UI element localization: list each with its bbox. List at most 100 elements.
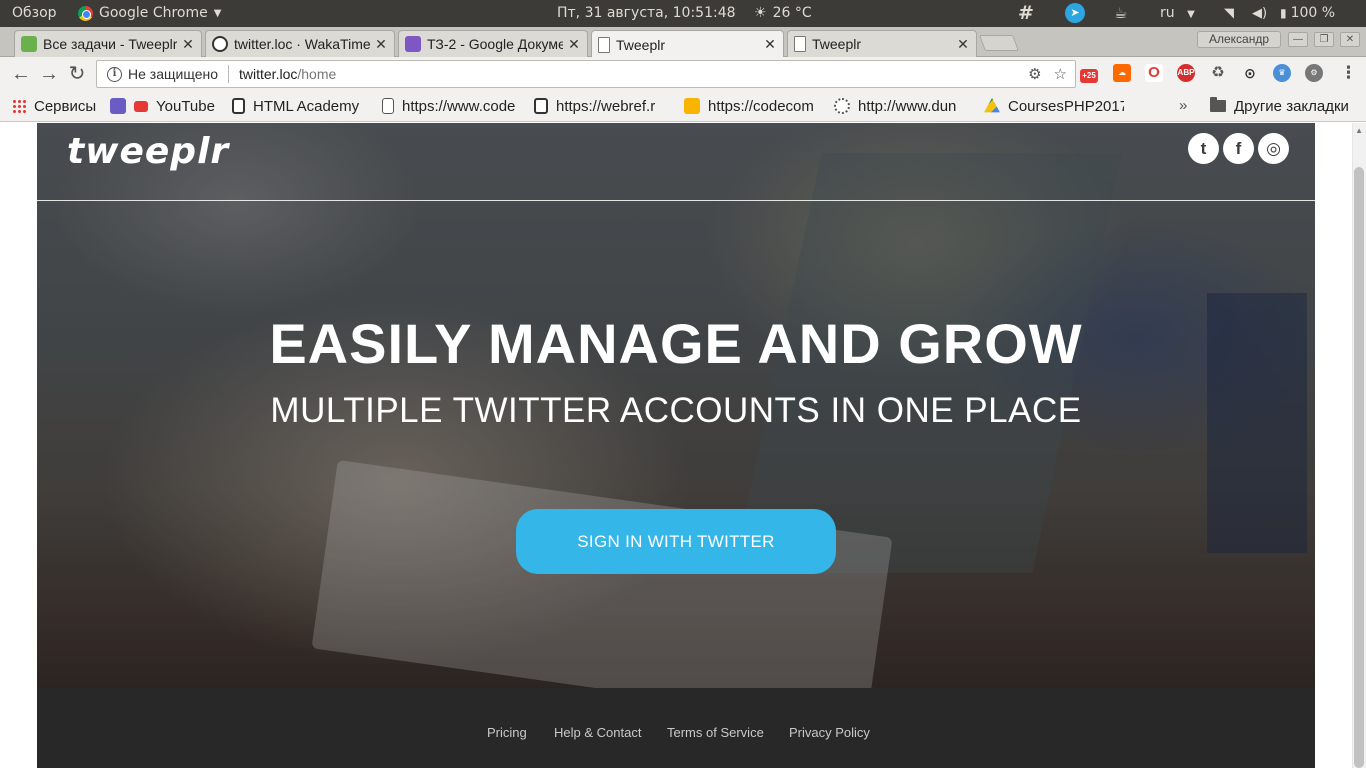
other-bookmarks-folder[interactable]: Другие закладки (1210, 91, 1349, 121)
chevron-down-icon: ▼ (1187, 9, 1195, 20)
slack-icon[interactable]: # (1018, 0, 1034, 27)
telegram-icon[interactable]: ➤ (1065, 3, 1085, 23)
url-path: /home (297, 66, 337, 82)
vertical-scrollbar[interactable]: ▲ (1352, 123, 1366, 768)
browser-toolbar: ← → ↻ i Не защищено twitter.loc/home ⚙ ☆… (0, 57, 1366, 91)
bookmark-dun[interactable]: http://www.dun (834, 91, 972, 121)
app-menu[interactable]: Google Chrome ▼ (78, 0, 221, 27)
translate-blocked-icon[interactable]: ⚙ (1028, 65, 1041, 83)
battery-indicator[interactable]: ▮ 100 % (1280, 0, 1335, 27)
reload-icon[interactable]: ↻ (65, 62, 89, 86)
back-arrow-icon[interactable]: ← (9, 62, 33, 86)
security-label[interactable]: Не защищено (128, 66, 218, 82)
footer-link-help-contact[interactable]: Help & Contact (554, 725, 641, 740)
language-label: ru (1160, 5, 1175, 21)
weather-indicator[interactable]: ☀ 26 °C (754, 0, 812, 27)
bookmark-webref[interactable]: https://webref.r (534, 91, 672, 121)
bookmark-label: YouTube (156, 97, 215, 115)
maximize-button[interactable]: ❐ (1314, 32, 1334, 47)
soundcloud-icon[interactable]: ☁ (1113, 64, 1131, 82)
omnibox-actions: ⚙ ☆ (1028, 65, 1067, 83)
app-name: Google Chrome (99, 5, 208, 21)
bookmark-label: CoursesPHP2017 (1008, 97, 1124, 115)
facebook-icon[interactable]: f (1223, 133, 1254, 164)
hero-section: tweeplr t f ◎ EASILY MANAGE AND GROW MUL… (37, 123, 1315, 688)
scroll-up-arrow-icon[interactable]: ▲ (1355, 126, 1363, 135)
caffeine-icon[interactable]: ☕ (1114, 0, 1127, 27)
forward-arrow-icon[interactable]: → (37, 62, 61, 86)
bookmarks-overflow-button[interactable]: » (1179, 91, 1187, 121)
address-bar[interactable]: i Не защищено twitter.loc/home ⚙ ☆ (96, 60, 1076, 88)
bookmark-youtube[interactable]: YouTube (110, 91, 225, 121)
chrome-icon (78, 6, 93, 21)
browser-menu-icon[interactable]: ⋮ (1340, 63, 1357, 83)
wifi-icon[interactable]: ◥ (1224, 0, 1234, 27)
recycle-icon[interactable]: ♻ (1209, 64, 1227, 82)
header-divider (37, 200, 1315, 201)
bookmark-label: Сервисы (34, 97, 97, 115)
google-drive-icon (984, 98, 1000, 113)
battery-icon: ▮ (1280, 6, 1287, 20)
bookmark-label: https://www.code (402, 97, 516, 115)
bookmark-label: HTML Academy (253, 97, 360, 115)
site-logo[interactable]: tweeplr (67, 131, 229, 172)
activities-button[interactable]: Обзор (12, 0, 57, 27)
star-icon[interactable]: ☆ (1054, 65, 1067, 83)
opera-icon[interactable]: O (1145, 64, 1163, 82)
sign-in-with-twitter-button[interactable]: SIGN IN WITH TWITTER (516, 509, 836, 574)
profile-button[interactable]: Александр (1197, 31, 1281, 48)
apps-grid-icon (12, 99, 26, 113)
tab-strip: Все задачи - Tweeplr ✕ twitter.loc · Wak… (0, 27, 1366, 58)
minimize-button[interactable]: — (1288, 32, 1308, 47)
tab-tweeplr[interactable]: Tweeplr ✕ (787, 30, 977, 57)
speech-bubble-icon (534, 98, 548, 114)
codecombat-icon (684, 98, 700, 114)
keyboard-layout-indicator[interactable]: ru ▼ (1160, 0, 1195, 27)
adblock-icon[interactable]: ABP (1177, 64, 1195, 82)
bookmark-courses[interactable]: CoursesPHP2017 (984, 91, 1124, 121)
settings-gear-icon[interactable]: ⚙ (1305, 64, 1323, 82)
sun-icon: ☀ (754, 5, 767, 21)
tab-title: Все задачи - Tweeplr (43, 36, 177, 52)
tab-title: Tweeplr (812, 36, 862, 52)
tab-wakatime[interactable]: twitter.loc · WakaTime ✕ (205, 30, 395, 57)
bookmark-apps[interactable]: Сервисы (12, 91, 102, 121)
instagram-icon[interactable]: ◎ (1258, 133, 1289, 164)
loading-icon (834, 98, 850, 114)
wakatime-icon (212, 36, 228, 52)
new-tab-button[interactable] (979, 35, 1019, 51)
bookmark-codecombat[interactable]: https://codecom (684, 91, 824, 121)
folder-icon (1210, 97, 1226, 112)
site-footer: Pricing Help & Contact Terms of Service … (37, 688, 1315, 768)
extension-badge[interactable]: +25 (1080, 69, 1098, 83)
crown-icon[interactable]: ♛ (1273, 64, 1291, 82)
info-icon[interactable]: i (107, 66, 122, 82)
bookmark-label: Другие закладки (1234, 97, 1349, 115)
window-close-button[interactable]: ✕ (1340, 32, 1360, 47)
bookmark-html-academy[interactable]: HTML Academy (232, 91, 367, 121)
page-viewport: tweeplr t f ◎ EASILY MANAGE AND GROW MUL… (0, 123, 1366, 768)
close-icon[interactable]: ✕ (181, 36, 195, 53)
battery-percent: 100 % (1290, 5, 1336, 21)
twitter-icon[interactable]: t (1188, 133, 1219, 164)
close-icon[interactable]: ✕ (763, 36, 777, 53)
scrollbar-thumb[interactable] (1354, 167, 1364, 768)
chat-icon (110, 98, 126, 114)
close-icon[interactable]: ✕ (374, 36, 388, 53)
bookmark-code[interactable]: https://www.code (382, 91, 522, 121)
footer-link-privacy[interactable]: Privacy Policy (789, 725, 870, 740)
footer-link-terms[interactable]: Terms of Service (667, 725, 764, 740)
page-icon (598, 36, 610, 53)
volume-icon[interactable]: ◀) (1252, 0, 1267, 27)
tab-tasks[interactable]: Все задачи - Tweeplr ✕ (14, 30, 202, 57)
close-icon[interactable]: ✕ (567, 36, 581, 53)
footer-link-pricing[interactable]: Pricing (487, 725, 527, 740)
clock[interactable]: Пт, 31 августа, 10:51:48 (557, 0, 736, 27)
os-top-panel: Обзор Google Chrome ▼ Пт, 31 августа, 10… (0, 0, 1366, 27)
close-icon[interactable]: ✕ (956, 36, 970, 53)
tab-tweeplr-active[interactable]: Tweeplr ✕ (591, 30, 784, 58)
tab-google-doc[interactable]: ТЗ-2 - Google Документы ✕ (398, 30, 588, 57)
bookmark-label: https://codecom (708, 97, 814, 115)
tab-title: Tweeplr (616, 36, 666, 53)
timer-icon[interactable]: ⊙ (1241, 64, 1259, 82)
